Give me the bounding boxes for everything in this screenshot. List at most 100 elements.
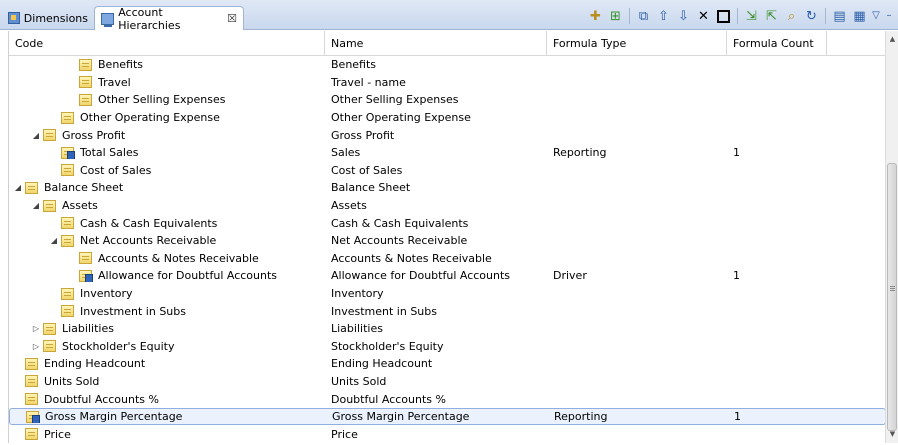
table-row[interactable]: Cash & Cash Equivalents Cash & Cash Equiv…	[9, 214, 885, 232]
table-row[interactable]: Price Price	[9, 425, 885, 443]
code-cell: Allowance for Doubtful Accounts	[9, 269, 325, 283]
move-up-icon[interactable]: ⇧	[655, 8, 672, 25]
expand-toggle-icon[interactable]: ◢	[31, 201, 41, 210]
copy-icon[interactable]: ⧉	[635, 8, 652, 25]
column-header-formula-type[interactable]: Formula Type	[547, 31, 727, 56]
column-header-filler	[827, 31, 885, 56]
table-row[interactable]: Benefits Benefits	[9, 56, 885, 74]
hierarchy-tree-table: Code Name Formula Type Formula Count Ben…	[8, 31, 885, 443]
hierarchy-icon	[101, 12, 115, 27]
expand-toggle-icon[interactable]: ◢	[49, 236, 59, 245]
vertical-scrollbar[interactable]: ▲ ▼	[885, 31, 898, 443]
code-label: Assets	[62, 199, 98, 213]
view-tab-bar: Dimensions Account Hierarchies ☒ ✚ ⊞ ⧉ ⇧…	[0, 0, 898, 32]
grid-icon[interactable]: ▦	[851, 8, 868, 25]
account-node-icon	[43, 129, 56, 142]
account-node-icon	[43, 199, 56, 212]
account-node-icon	[61, 217, 74, 230]
select-box-icon[interactable]	[717, 9, 730, 23]
table-row[interactable]: ◢ Assets Assets	[9, 197, 885, 215]
account-node-icon	[25, 375, 38, 388]
table-row[interactable]: Investment in Subs Investment in Subs	[9, 302, 885, 320]
name-cell: Investment in Subs	[331, 304, 437, 318]
new-sibling-icon[interactable]: ⊞	[607, 8, 624, 25]
view-menu-icon[interactable]: ▽	[871, 8, 881, 25]
move-down-icon[interactable]: ⇩	[675, 8, 692, 25]
code-cell: Gross Margin Percentage	[10, 410, 326, 424]
code-cell: Inventory	[9, 287, 325, 300]
code-label: Other Selling Expenses	[98, 93, 226, 107]
close-tab-icon[interactable]: ☒	[227, 12, 237, 25]
expand-icon[interactable]: ⇲	[743, 8, 760, 25]
account-node-icon	[43, 322, 56, 335]
table-row[interactable]: Total Sales Sales Reporting 1	[9, 144, 885, 162]
minimize-icon[interactable]: –	[884, 8, 894, 25]
name-cell: Inventory	[331, 287, 384, 301]
collapse-icon[interactable]: ⇱	[763, 8, 780, 25]
name-cell: Assets	[331, 199, 367, 213]
name-cell: Allowance for Doubtful Accounts	[331, 269, 511, 283]
code-label: Liabilities	[62, 322, 114, 336]
find-icon[interactable]: ⌕	[783, 8, 800, 25]
account-node-icon	[79, 252, 92, 265]
code-label: Accounts & Notes Receivable	[98, 251, 259, 265]
table-row[interactable]: ▷ Liabilities Liabilities	[9, 320, 885, 338]
account-node-icon	[25, 393, 38, 406]
code-label: Total Sales	[80, 146, 139, 160]
formula-account-icon	[61, 146, 75, 160]
account-node-icon	[43, 340, 56, 353]
code-cell: Travel	[9, 76, 325, 89]
code-cell: ◢ Net Accounts Receivable	[9, 234, 325, 247]
expand-toggle-icon[interactable]: ▷	[31, 342, 41, 351]
code-label: Doubtful Accounts %	[44, 392, 159, 406]
column-header-name[interactable]: Name	[325, 31, 547, 56]
code-label: Cost of Sales	[80, 163, 152, 177]
table-row[interactable]: Allowance for Doubtful Accounts Allowance…	[9, 267, 885, 285]
code-label: Investment in Subs	[80, 304, 186, 318]
table-row[interactable]: Other Operating Expense Other Operating E…	[9, 109, 885, 127]
name-cell: Other Operating Expense	[331, 111, 471, 125]
refresh-icon[interactable]: ↻	[803, 8, 820, 25]
account-node-icon	[25, 357, 38, 370]
code-cell: Price	[9, 428, 325, 441]
table-row[interactable]: Ending Headcount Ending Headcount	[9, 355, 885, 373]
code-cell: Cost of Sales	[9, 164, 325, 177]
formula-count-cell: 1	[733, 146, 740, 160]
table-row[interactable]: Travel Travel - name	[9, 74, 885, 92]
scroll-up-arrow-icon[interactable]: ▲	[886, 33, 898, 46]
scroll-down-arrow-icon[interactable]: ▼	[886, 428, 898, 441]
column-header-code[interactable]: Code	[9, 31, 325, 56]
scroll-grip-icon	[890, 286, 895, 287]
code-label: Ending Headcount	[44, 357, 146, 371]
toolbar-separator	[825, 8, 826, 24]
formula-type-cell: Reporting	[554, 410, 608, 424]
tab-account-hierarchies[interactable]: Account Hierarchies ☒	[94, 6, 244, 32]
expand-toggle-icon[interactable]: ◢	[31, 131, 41, 140]
tab-dimensions[interactable]: Dimensions	[2, 6, 94, 30]
table-row[interactable]: Accounts & Notes Receivable Accounts & No…	[9, 250, 885, 268]
column-header-formula-count[interactable]: Formula Count	[727, 31, 827, 56]
table-row[interactable]: ◢ Net Accounts Receivable Net Accounts Rec…	[9, 232, 885, 250]
table-row[interactable]: Units Sold Units Sold	[9, 373, 885, 391]
code-cell: Total Sales	[9, 146, 325, 160]
delete-icon[interactable]: ✕	[695, 8, 712, 25]
name-cell: Travel - name	[331, 75, 406, 89]
expand-toggle-icon[interactable]: ◢	[13, 183, 23, 192]
scroll-thumb[interactable]	[887, 163, 897, 431]
name-cell: Cost of Sales	[331, 163, 403, 177]
new-child-icon[interactable]: ✚	[587, 8, 604, 25]
code-cell: Accounts & Notes Receivable	[9, 252, 325, 265]
layout-icon[interactable]: ▤	[831, 8, 848, 25]
name-cell: Balance Sheet	[331, 181, 411, 195]
table-row[interactable]: Inventory Inventory	[9, 285, 885, 303]
table-row[interactable]: Cost of Sales Cost of Sales	[9, 162, 885, 180]
table-row[interactable]: Gross Margin Percentage Gross Margin Perc…	[9, 407, 885, 426]
code-label: Benefits	[98, 58, 144, 72]
table-row[interactable]: Other Selling Expenses Other Selling Expe…	[9, 91, 885, 109]
table-row[interactable]: Doubtful Accounts % Doubtful Accounts %	[9, 390, 885, 408]
expand-toggle-icon[interactable]: ▷	[31, 324, 41, 333]
table-row[interactable]: ◢ Gross Profit Gross Profit	[9, 126, 885, 144]
table-row[interactable]: ◢ Balance Sheet Balance Sheet	[9, 179, 885, 197]
name-cell: Liabilities	[331, 322, 383, 336]
table-row[interactable]: ▷ Stockholder's Equity Stockholder's Equit…	[9, 338, 885, 356]
